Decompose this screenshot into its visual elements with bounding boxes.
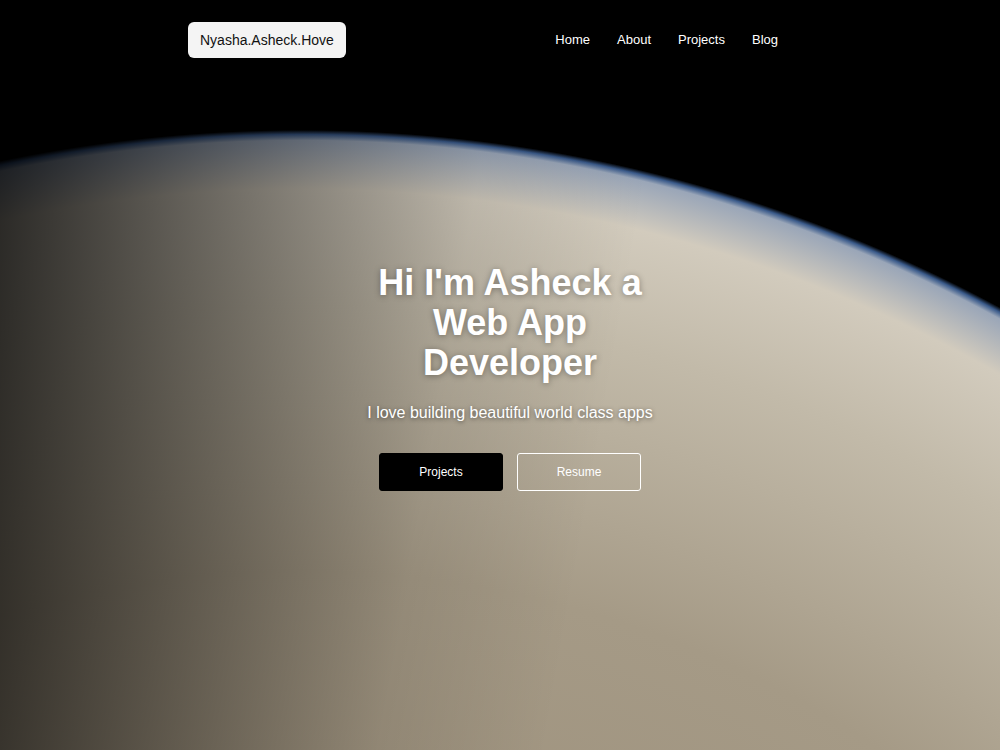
hero-title: Hi I'm Asheck a Web App Developer <box>355 263 665 383</box>
hero: Hi I'm Asheck a Web App Developer I love… <box>0 58 1000 750</box>
hero-subtitle: I love building beautiful world class ap… <box>367 401 653 425</box>
nav-link[interactable]: About <box>617 22 651 58</box>
brand-button[interactable]: Nyasha.Asheck.Hove <box>188 22 346 58</box>
hero-buttons: Projects Resume <box>379 453 641 491</box>
nav-link[interactable]: Home <box>555 22 590 58</box>
projects-button[interactable]: Projects <box>379 453 503 491</box>
nav-links: Home About Projects Blog <box>555 22 812 58</box>
navbar: Nyasha.Asheck.Hove Home About Projects Blog <box>188 0 812 58</box>
page: Nyasha.Asheck.Hove Home About Projects Blog… <box>0 0 1000 750</box>
nav-link[interactable]: Projects <box>678 22 725 58</box>
nav-link[interactable]: Blog <box>752 22 778 58</box>
resume-button[interactable]: Resume <box>517 453 641 491</box>
